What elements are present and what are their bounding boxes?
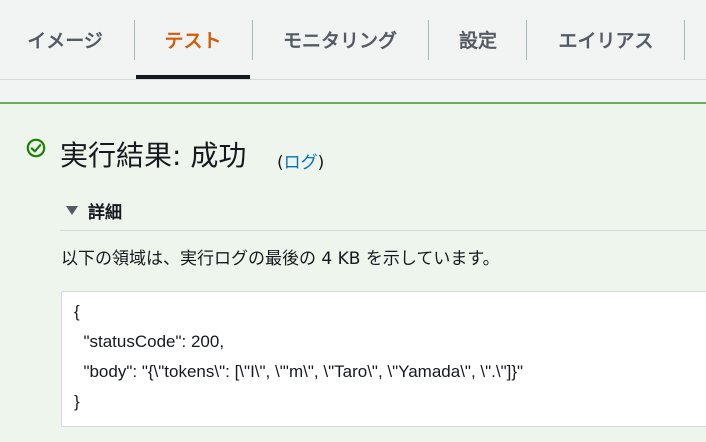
execution-output: { "statusCode": 200, "body": "{\"tokens\… <box>61 291 706 427</box>
spacer <box>0 80 706 102</box>
output-line: } <box>74 392 80 411</box>
tab-settings[interactable]: 設定 <box>440 0 516 79</box>
log-link-group: (ログ) <box>277 148 324 173</box>
caret-down-icon <box>66 206 78 215</box>
output-line: { <box>74 302 80 321</box>
tab-divider <box>684 20 685 60</box>
result-title: 実行結果: 成功 <box>60 139 247 172</box>
tab-divider <box>428 20 429 60</box>
tab-test[interactable]: テスト <box>136 0 250 79</box>
tab-divider <box>252 20 253 60</box>
tab-divider <box>526 20 527 60</box>
check-circle-icon <box>26 138 46 158</box>
log-paren-open: ( <box>277 153 284 173</box>
details-label: 詳細 <box>88 203 122 223</box>
tab-monitoring[interactable]: モニタリング <box>262 0 418 79</box>
log-paren-close: ) <box>317 153 325 173</box>
tab-bar: イメージ テスト モニタリング 設定 エイリアス <box>0 0 706 80</box>
divider <box>60 230 706 231</box>
output-line: "statusCode": 200, <box>74 332 225 351</box>
log-link[interactable]: ログ <box>284 153 318 173</box>
execution-result-panel: 実行結果: 成功 (ログ) 詳細 以下の領域は、実行ログの最後の 4 KB を示… <box>0 102 706 442</box>
log-description: 以下の領域は、実行ログの最後の 4 KB を示しています。 <box>61 249 500 269</box>
details-toggle[interactable]: 詳細 <box>66 198 122 223</box>
tab-divider <box>134 20 135 60</box>
output-line: "body": "{\"tokens\": [\"I\", \"'m\", \"… <box>74 362 524 381</box>
tab-alias[interactable]: エイリアス <box>536 0 676 79</box>
tab-image[interactable]: イメージ <box>10 0 120 79</box>
